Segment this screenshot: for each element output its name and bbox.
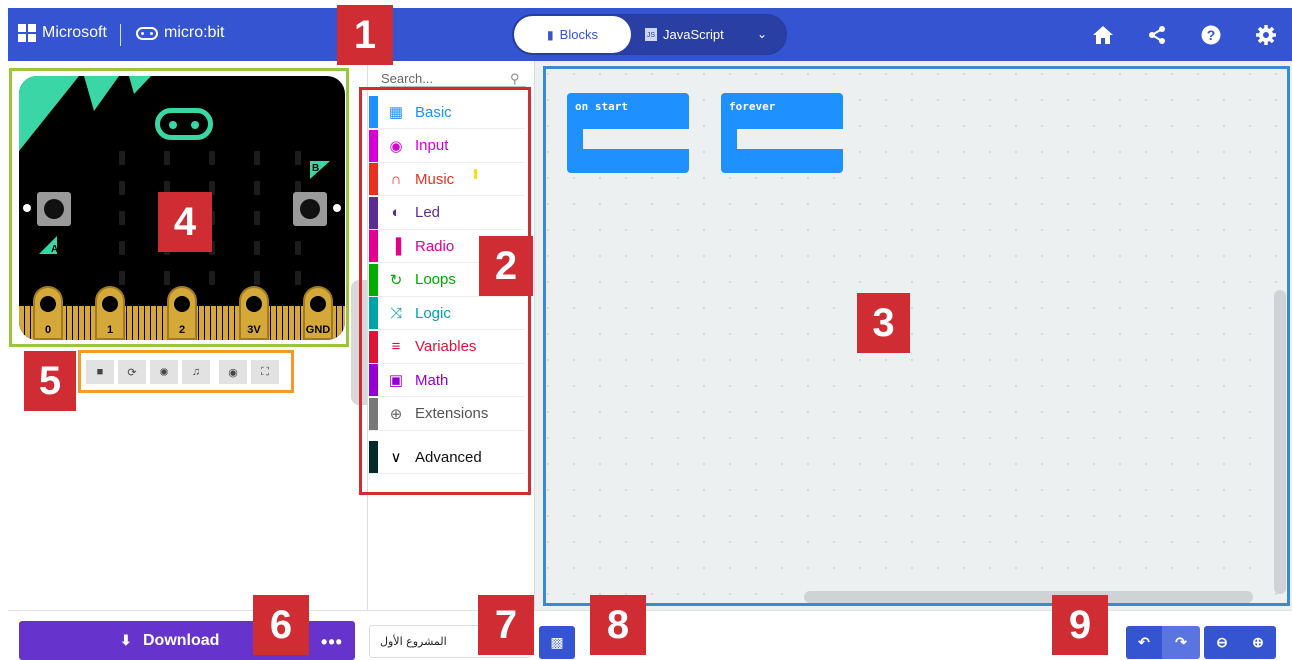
share-icon[interactable]	[1146, 24, 1168, 46]
undo-icon[interactable]: ↶	[1126, 626, 1162, 659]
button-a-marker: A	[39, 236, 58, 255]
javascript-tab-label: JavaScript	[663, 27, 724, 42]
zoom-out-icon[interactable]: ⊖	[1204, 626, 1240, 659]
led	[209, 271, 215, 285]
more-options-button[interactable]: •••	[310, 626, 354, 659]
blocks-tab-label: Blocks	[559, 27, 598, 42]
settings-icon[interactable]	[1255, 24, 1277, 46]
pin-label: 1	[106, 324, 114, 336]
led	[119, 151, 125, 165]
pin-label: GND	[305, 324, 331, 336]
microbit-logo[interactable]: micro:bit	[136, 24, 224, 42]
pin-hole	[246, 296, 262, 312]
microsoft-logo-icon	[18, 24, 36, 42]
search-icon[interactable]: ⚲	[510, 71, 520, 87]
microbit-face-logo[interactable]	[155, 108, 213, 140]
chevron-down-icon[interactable]: ⌄	[757, 27, 767, 41]
led	[254, 271, 260, 285]
pin-3v[interactable]: 3V	[239, 286, 269, 340]
pin-label: 0	[44, 324, 52, 336]
stop-icon[interactable]: ■	[86, 360, 114, 384]
screenshot-icon[interactable]: ◉	[219, 360, 247, 384]
workspace-highlight	[543, 66, 1290, 606]
mute-icon[interactable]: ♫	[182, 360, 210, 384]
led	[254, 241, 260, 255]
redo-icon[interactable]: ↷	[1162, 626, 1200, 659]
badge-1: 1	[337, 5, 393, 65]
badge-5: 5	[24, 351, 76, 411]
microsoft-logo[interactable]: Microsoft	[18, 24, 107, 42]
led	[164, 271, 170, 285]
restart-icon[interactable]: ⟳	[118, 360, 146, 384]
brand-divider	[120, 24, 121, 46]
debug-icon[interactable]: ✺	[150, 360, 178, 384]
led	[295, 151, 301, 165]
button-b-dot	[333, 204, 341, 212]
button-b-marker: B	[310, 161, 330, 179]
badge-9: 9	[1052, 595, 1108, 655]
microbit-logo-icon	[136, 26, 158, 40]
badge-8: 8	[590, 595, 646, 655]
led	[119, 271, 125, 285]
pin-hole	[40, 296, 56, 312]
js-file-icon: JS	[645, 28, 657, 41]
badge-3: 3	[857, 293, 910, 353]
led	[295, 271, 301, 285]
simulator-toolbar: ■ ⟳ ✺ ♫ ◉ ⛶	[78, 350, 294, 393]
fullscreen-icon[interactable]: ⛶	[251, 360, 279, 384]
pin-label: 3V	[247, 324, 261, 336]
home-icon[interactable]	[1092, 24, 1114, 46]
svg-text:B: B	[312, 163, 319, 174]
led	[119, 211, 125, 225]
badge-2: 2	[479, 236, 533, 296]
cursor-marker	[474, 169, 477, 179]
badge-4: 4	[158, 192, 212, 252]
microsoft-label: Microsoft	[42, 24, 107, 41]
makecode-editor: Microsoft micro:bit ▮ Blocks JS JavaScri…	[0, 0, 1292, 660]
pin-0[interactable]: 0	[33, 286, 63, 340]
pin-2[interactable]: 2	[167, 286, 197, 340]
pin-gnd[interactable]: GND	[303, 286, 333, 340]
badge-6: 6	[253, 595, 309, 655]
pin-hole	[102, 296, 118, 312]
save-icon[interactable]: ▩	[539, 626, 575, 659]
led	[254, 211, 260, 225]
led	[209, 151, 215, 165]
pin-hole	[174, 296, 190, 312]
help-icon[interactable]: ?	[1200, 24, 1222, 46]
led	[164, 151, 170, 165]
button-a-dot	[23, 204, 31, 212]
svg-text:?: ?	[1207, 27, 1216, 43]
pin-hole	[310, 296, 326, 312]
toolbox-search-input[interactable]: Search...	[381, 71, 433, 86]
blocks-tab[interactable]: ▮ Blocks	[514, 16, 631, 53]
download-label: Download	[143, 632, 220, 649]
badge-7: 7	[478, 595, 534, 655]
led	[119, 241, 125, 255]
pin-label: 2	[178, 324, 186, 336]
javascript-tab[interactable]: JS JavaScript	[645, 16, 755, 53]
zoom-in-icon[interactable]: ⊕	[1240, 626, 1276, 659]
download-icon: ⬇	[120, 632, 132, 648]
led	[254, 181, 260, 195]
microbit-label: micro:bit	[164, 24, 225, 41]
pin-1[interactable]: 1	[95, 286, 125, 340]
led	[119, 181, 125, 195]
led	[295, 241, 301, 255]
button-b[interactable]	[293, 192, 327, 226]
puzzle-icon: ▮	[547, 27, 554, 42]
led	[254, 151, 260, 165]
button-a[interactable]	[37, 192, 71, 226]
svg-text:A: A	[51, 244, 58, 255]
editor-toggle: ▮ Blocks JS JavaScript ⌄	[512, 14, 787, 55]
